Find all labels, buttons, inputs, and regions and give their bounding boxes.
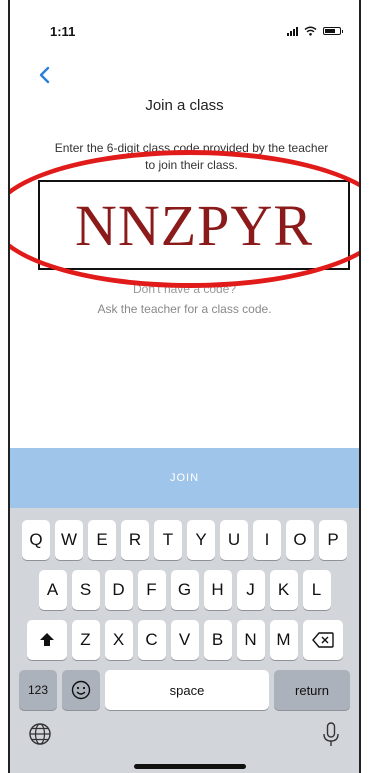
keyboard-row-2: A S D F G H J K L	[10, 570, 359, 610]
phone-screen: 1:11 Join a class Enter the 6-digit clas…	[8, 0, 361, 773]
key-h[interactable]: H	[203, 570, 232, 610]
no-code-question: Don't have a code?	[132, 282, 237, 296]
status-icons	[287, 26, 343, 36]
globe-icon[interactable]	[28, 722, 52, 746]
keyboard: Q W E R T Y U I O P A S D F G H J K L Z	[10, 508, 359, 773]
status-bar: 1:11	[10, 0, 359, 60]
key-m[interactable]: M	[269, 620, 298, 660]
key-x[interactable]: X	[104, 620, 133, 660]
key-k[interactable]: K	[269, 570, 298, 610]
battery-icon	[323, 27, 343, 35]
key-b[interactable]: B	[203, 620, 232, 660]
keyboard-row-1: Q W E R T Y U I O P	[10, 520, 359, 560]
join-button-label: JOIN	[169, 472, 200, 484]
class-code-value: NNZPYR	[74, 192, 314, 258]
microphone-icon[interactable]	[321, 722, 341, 748]
key-e[interactable]: E	[88, 520, 116, 560]
key-f[interactable]: F	[137, 570, 166, 610]
key-o[interactable]: O	[286, 520, 314, 560]
status-time: 1:11	[50, 24, 76, 39]
class-code-input[interactable]: NNZPYR	[38, 180, 350, 270]
key-a[interactable]: A	[38, 570, 67, 610]
key-y[interactable]: Y	[187, 520, 215, 560]
key-n[interactable]: N	[236, 620, 265, 660]
key-q[interactable]: Q	[22, 520, 50, 560]
key-t[interactable]: T	[154, 520, 182, 560]
key-g[interactable]: G	[170, 570, 199, 610]
keyboard-row-3: Z X C V B N M	[10, 620, 359, 660]
key-w[interactable]: W	[55, 520, 83, 560]
key-s[interactable]: S	[71, 570, 100, 610]
instruction-text: Enter the 6-digit class code provided by…	[54, 141, 329, 172]
return-key[interactable]: return	[274, 670, 350, 710]
key-c[interactable]: C	[137, 620, 166, 660]
keyboard-row-4: 123 space return	[10, 670, 359, 710]
wifi-icon	[304, 26, 317, 36]
key-v[interactable]: V	[170, 620, 199, 660]
join-button[interactable]: JOIN	[10, 448, 359, 508]
space-key[interactable]: space	[105, 670, 269, 710]
home-indicator	[134, 764, 246, 769]
key-l[interactable]: L	[302, 570, 331, 610]
no-code-hint: Ask the teacher for a class code.	[97, 302, 272, 316]
delete-icon[interactable]	[302, 620, 343, 660]
emoji-icon[interactable]	[62, 670, 100, 710]
key-p[interactable]: P	[319, 520, 347, 560]
shift-icon[interactable]	[26, 620, 67, 660]
key-j[interactable]: J	[236, 570, 265, 610]
chevron-left-icon[interactable]	[38, 64, 50, 90]
key-r[interactable]: R	[121, 520, 149, 560]
key-d[interactable]: D	[104, 570, 133, 610]
key-z[interactable]: Z	[71, 620, 100, 660]
page-title: Join a class	[145, 97, 224, 114]
numbers-key[interactable]: 123	[19, 670, 57, 710]
key-i[interactable]: I	[253, 520, 281, 560]
key-u[interactable]: U	[220, 520, 248, 560]
signal-icon	[287, 26, 298, 36]
